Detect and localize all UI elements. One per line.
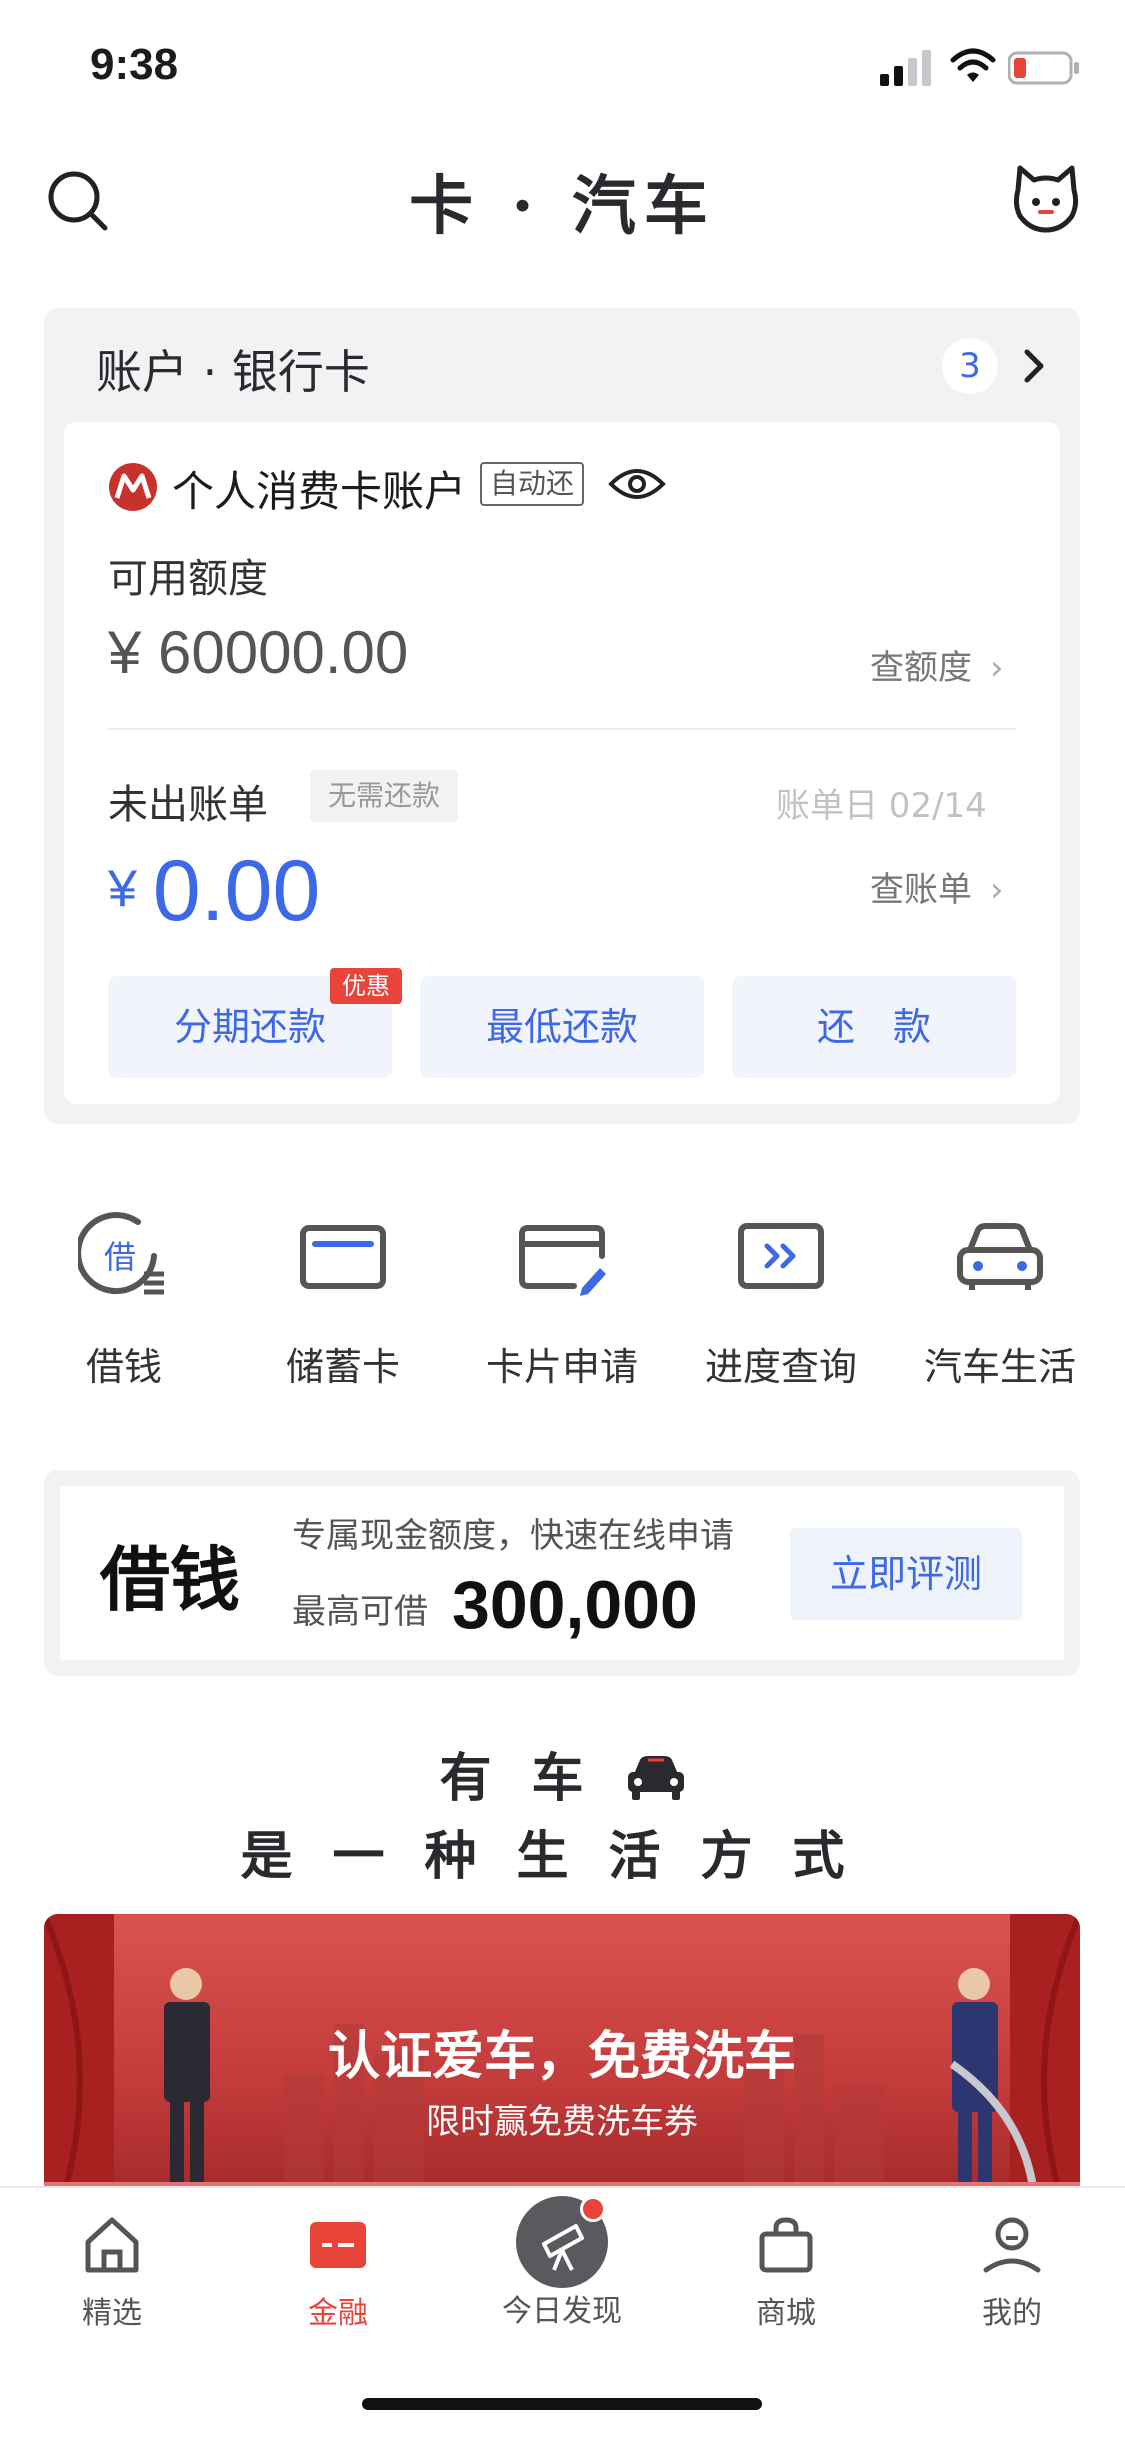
currency-symbol: ¥ [108, 860, 137, 918]
profile-icon [983, 2217, 1041, 2273]
status-time: 9:38 [90, 40, 179, 89]
shopping-bag-icon [759, 2217, 813, 2273]
quick-entry-card-apply[interactable]: 卡片申请 [462, 1210, 662, 1391]
page-title: 卡 · 汽车 [409, 169, 716, 244]
auto-repay-tag: 自动还 [480, 462, 585, 506]
check-bill-link[interactable]: 查账单 › [870, 862, 1004, 911]
quick-entry-label: 卡片申请 [485, 1345, 638, 1389]
signal-icon [880, 50, 931, 86]
unbilled-amount: ¥0.00 [108, 842, 320, 941]
card-count-badge: 3 [942, 338, 998, 394]
loan-max-label: 最高可借 [292, 1592, 428, 1632]
tab-label: 金融 [308, 2296, 368, 2331]
tab-mall[interactable]: 商城 [706, 2212, 866, 2332]
quick-entry-debit-card[interactable]: 储蓄卡 [243, 1210, 443, 1391]
loan-banner-content: 借钱 专属现金额度，快速在线申请 最高可借 300,000 立即评测 [60, 1486, 1064, 1660]
home-indicator[interactable] [362, 2398, 762, 2410]
battery-icon [1008, 51, 1079, 85]
discount-badge: 优惠 [330, 968, 402, 1004]
card-apply-icon [519, 1225, 606, 1296]
home-icon [85, 2217, 139, 2273]
car-wash-promo-banner[interactable]: 认证爱车，免费洗车 限时赢免费洗车券 [44, 1914, 1080, 2194]
debit-card-icon [300, 1225, 386, 1289]
tab-finance[interactable]: 金融 [258, 2212, 418, 2332]
tab-label: 精选 [82, 2296, 142, 2331]
borrow-icon: 借 [78, 1212, 164, 1295]
divider [108, 728, 1016, 730]
slogan-line-1: 有车 [0, 1736, 1125, 1811]
quick-entry-borrow[interactable]: 借 借钱 [24, 1210, 224, 1391]
tab-label: 商城 [756, 2296, 816, 2331]
chevron-right-icon: › [990, 648, 1004, 688]
loan-description: 专属现金额度，快速在线申请 [292, 1516, 734, 1556]
tab-mine[interactable]: 我的 [932, 2212, 1092, 2332]
chevron-right-icon[interactable] [1019, 342, 1049, 390]
quick-entry-progress-query[interactable]: 进度查询 [681, 1210, 881, 1391]
unbilled-label: 未出账单 [108, 782, 268, 828]
available-credit-label: 可用额度 [108, 556, 268, 602]
quick-entry-label: 汽车生活 [923, 1345, 1076, 1389]
quick-entry-label: 借钱 [85, 1345, 162, 1389]
available-credit-amount: ¥ 60000.00 [108, 619, 409, 686]
progress-query-icon [738, 1223, 824, 1289]
quick-entry-label: 储蓄卡 [285, 1345, 400, 1389]
finance-card-icon [310, 2222, 366, 2268]
tab-label: 我的 [982, 2296, 1042, 2331]
bill-date: 账单日 02/14 [776, 786, 987, 826]
repay-button[interactable]: 还 款 [732, 976, 1016, 1078]
loan-max-value: 300,000 [452, 1567, 698, 1643]
check-bill-label: 查账单 [870, 870, 972, 910]
check-credit-label: 查额度 [870, 648, 972, 688]
loan-title: 借钱 [100, 1538, 240, 1621]
consumer-card-account[interactable]: 个人消费卡账户 自动还 可用额度 ¥ 60000.00 查额度 › 未出账单 无需… [64, 422, 1060, 1104]
tab-featured[interactable]: 精选 [32, 2212, 192, 2332]
tab-discover[interactable]: 今日发现 [482, 2196, 642, 2330]
telescope-icon [516, 2196, 608, 2288]
car-icon [627, 1756, 684, 1800]
quick-entry-car-life[interactable]: 汽车生活 [900, 1210, 1100, 1391]
notification-dot [580, 2196, 606, 2222]
account-name: 个人消费卡账户 [172, 467, 467, 516]
no-repayment-badge: 无需还款 [310, 770, 459, 822]
panel-title: 账户 · 银行卡 [96, 345, 370, 399]
svg-text:借: 借 [104, 1238, 136, 1276]
tab-label: 今日发现 [502, 2294, 622, 2329]
minimum-repay-button[interactable]: 最低还款 [420, 976, 704, 1078]
slogan-line-2: 是一种生活方式 [240, 1826, 885, 1887]
chevron-right-icon: › [990, 870, 1004, 910]
bank-logo-icon [109, 463, 157, 511]
loan-banner[interactable]: 借钱 专属现金额度，快速在线申请 最高可借 300,000 立即评测 [44, 1470, 1080, 1676]
slogan-text: 有车 [439, 1748, 624, 1809]
cat-avatar-icon[interactable] [1008, 160, 1084, 236]
quick-entry-label: 进度查询 [704, 1345, 857, 1389]
promo-title: 认证爱车，免费洗车 [327, 2026, 796, 2087]
wifi-icon [950, 48, 996, 82]
account-bank-card-panel: 账户 · 银行卡 3 个人消费卡账户 自动还 可用额度 ¥ 60000.00 查… [44, 308, 1080, 1124]
evaluate-now-button[interactable]: 立即评测 [790, 1528, 1022, 1620]
check-credit-link[interactable]: 查额度 › [870, 640, 1004, 689]
eye-icon[interactable] [608, 464, 666, 504]
unbilled-amount-value: 0.00 [152, 843, 321, 939]
car-icon [957, 1223, 1043, 1290]
promo-subtitle: 限时赢免费洗车券 [426, 2102, 698, 2142]
